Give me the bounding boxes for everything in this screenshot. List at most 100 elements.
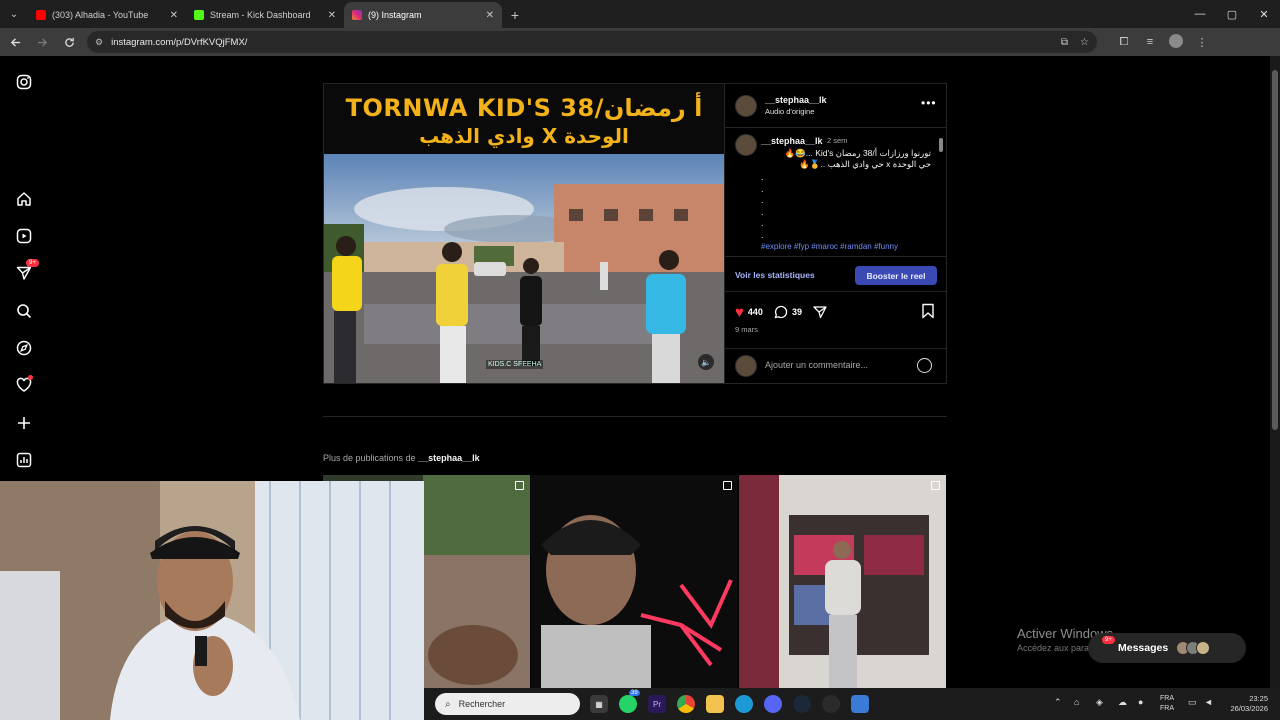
messages-icon[interactable]: 9+ [14,259,39,283]
reload-button[interactable] [57,30,81,54]
toolbar-actions: ⧠ ≡ ⋮ [1111,33,1215,51]
reel-video[interactable]: TORNWA KID'S 38/أ رمضان وادي الذهب X الو… [324,84,724,383]
more-posts-heading: Plus de publications de __stephaa__lk [323,453,480,463]
author-avatar[interactable] [735,95,757,117]
arrow-right-icon [37,37,47,47]
tab-youtube[interactable]: (303) Alhadia - YouTube ✕ [28,2,186,28]
close-tab-icon[interactable]: ✕ [328,10,336,21]
save-bookmark-icon[interactable] [921,303,935,319]
page-scrollbar-thumb[interactable] [1272,70,1278,430]
audio-label[interactable]: Audio d'origine [765,107,814,116]
premiere-icon[interactable]: Pr [648,695,666,713]
maximize-button[interactable]: ▢ [1216,0,1248,28]
video-watermark: KIDS.C SFEEHA [486,360,544,369]
edge-icon[interactable] [735,695,753,713]
back-button[interactable] [3,30,27,54]
profile-avatar[interactable] [1163,33,1189,51]
boost-reel-button[interactable]: Booster le reel [855,266,937,285]
install-app-icon[interactable]: ⧉ [1061,37,1068,48]
window-controls: — ▢ ✕ [1184,0,1280,28]
close-window-button[interactable]: ✕ [1248,0,1280,28]
file-explorer-icon[interactable] [706,695,724,713]
caption-line2: حي الوحدة x حي وادي الذهب ..🥇🔥 [799,159,931,169]
instagram-logo-icon[interactable] [14,72,34,92]
tray-app-icon[interactable]: ⌂ [1074,697,1079,707]
engagement-bar: ♥ 440 39 [735,303,831,321]
windows-taskbar: ⌕ Rechercher ▦ 39 Pr ⌃ ⌂ ◈ ☁ ● FRA FRA ▭… [424,688,1280,720]
webcam-overlay [0,481,424,720]
chrome-icon[interactable] [677,695,695,713]
instagram-favicon-icon [352,10,362,20]
app-icon[interactable] [851,695,869,713]
menu-kebab-icon[interactable]: ⋮ [1189,36,1215,49]
volume-icon[interactable]: ◄ [1204,697,1213,707]
tab-title: (9) Instagram [368,10,422,20]
tray-cloud-icon[interactable]: ☁ [1118,697,1127,708]
notification-dot [28,375,33,380]
post-details-panel: __stephaa__lk Audio d'origine ••• __step… [724,84,947,383]
share-icon[interactable] [812,304,828,320]
search-icon[interactable] [14,301,34,321]
multiple-images-icon [723,481,732,490]
site-info-icon[interactable]: ⚙ [95,37,103,48]
notifications-heart-icon[interactable] [14,375,34,395]
address-bar[interactable]: ⚙ instagram.com/p/DVrfKVQjFMX/ ⧉ ☆ [87,31,1097,53]
reels-icon[interactable] [14,226,34,246]
caption-dots: . . . . . . [761,172,764,240]
grid-post-2[interactable] [531,475,738,688]
multiple-images-icon [515,481,524,490]
whatsapp-icon[interactable]: 39 [619,690,640,713]
tab-search-button[interactable]: ⌄ [0,0,28,28]
create-plus-icon[interactable] [14,413,34,433]
view-insights-link[interactable]: Voir les statistiques [735,270,815,280]
discord-icon[interactable] [764,695,782,713]
more-options-icon[interactable]: ••• [921,96,937,110]
messages-floating-button[interactable]: 9+ Messages [1088,633,1246,663]
caption-scrollbar[interactable] [937,128,945,256]
reading-list-icon[interactable]: ≡ [1137,36,1163,48]
minimize-button[interactable]: — [1184,0,1216,28]
tray-mic-icon[interactable]: ● [1138,697,1143,707]
close-tab-icon[interactable]: ✕ [486,10,494,21]
grid-post-3[interactable] [739,475,946,688]
extensions-icon[interactable]: ⧠ [1111,36,1137,49]
comment-input[interactable]: Ajouter un commentaire... [765,360,868,370]
emoji-picker-icon[interactable] [917,358,932,373]
more-posts-username[interactable]: __stephaa__lk [418,453,480,463]
reload-icon [64,37,74,47]
author-username[interactable]: __stephaa__lk [765,95,827,105]
comment-icon[interactable] [773,304,789,320]
bookmark-star-icon[interactable]: ☆ [1080,37,1089,48]
browser-toolbar: ⚙ instagram.com/p/DVrfKVQjFMX/ ⧉ ☆ ⧠ ≡ ⋮ [0,28,1280,56]
like-count[interactable]: 440 [748,307,763,317]
caption-text: تورنوا ورزازات أ/38 رمضان Kid's ...😂🔥 حي… [761,148,931,170]
task-view-icon[interactable]: ▦ [590,695,608,713]
page-scrollbar[interactable] [1270,56,1280,688]
tab-kick[interactable]: Stream - Kick Dashboard ✕ [186,2,344,28]
home-icon[interactable] [14,189,34,209]
steam-icon[interactable] [793,695,811,713]
forward-button[interactable] [30,30,54,54]
messages-avatars [1176,641,1210,655]
obs-icon[interactable] [822,695,840,713]
system-clock[interactable]: 23:25 26/03/2026 [1226,694,1268,714]
tray-app-icon[interactable]: ◈ [1096,697,1103,708]
close-tab-icon[interactable]: ✕ [170,10,178,21]
caption-avatar[interactable] [735,134,757,156]
section-divider [323,416,947,417]
language-indicator[interactable]: FRA FRA [1160,694,1174,714]
new-tab-button[interactable]: + [502,2,528,28]
dashboard-icon[interactable] [14,450,34,470]
network-icon[interactable]: ▭ [1188,697,1197,708]
tab-instagram[interactable]: (9) Instagram ✕ [344,2,502,28]
mute-toggle-icon[interactable]: 🔈 [698,354,714,370]
caption-hashtags[interactable]: #explore #fyp #maroc #ramdan #funny [761,242,898,251]
like-heart-icon[interactable]: ♥ [735,305,744,320]
taskbar-search[interactable]: ⌕ Rechercher [435,693,580,715]
whatsapp-badge: 39 [629,690,640,696]
notifications-badge: 9+ [26,259,39,267]
tray-chevron-icon[interactable]: ⌃ [1054,697,1062,708]
caption-username[interactable]: __stephaa__lk [761,136,823,146]
explore-compass-icon[interactable] [14,338,34,358]
tab-title: Stream - Kick Dashboard [210,10,311,20]
